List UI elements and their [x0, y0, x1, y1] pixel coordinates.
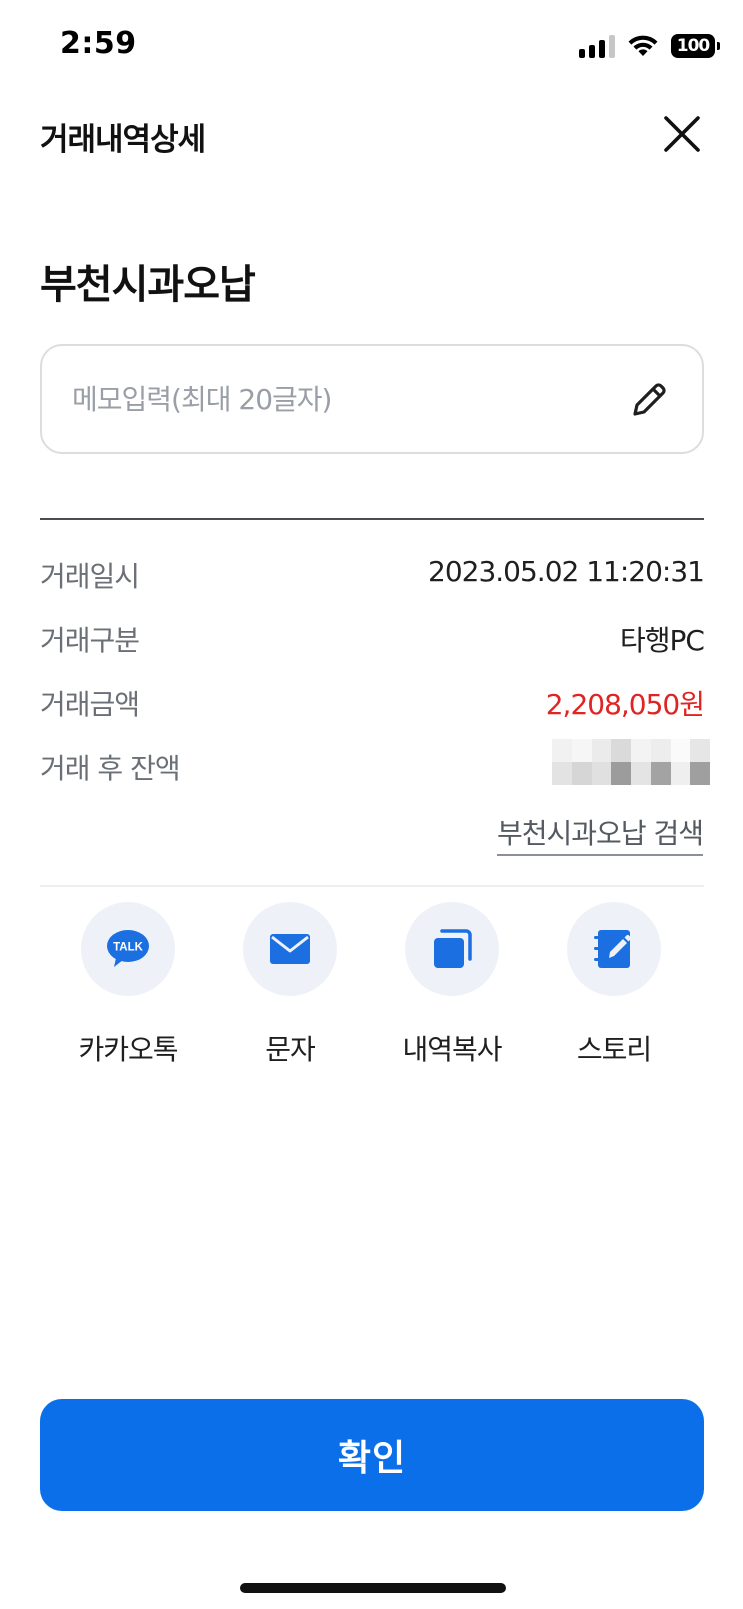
section-divider: [40, 518, 704, 520]
close-button[interactable]: [660, 112, 704, 156]
page-title: 거래내역상세: [40, 122, 206, 158]
wifi-icon: [628, 35, 658, 56]
detail-label: 거래 후 잔액: [40, 752, 181, 785]
share-kakaotalk-button[interactable]: TALK 카카오톡: [48, 902, 208, 1066]
memo-input[interactable]: [72, 376, 612, 422]
detail-value: 타행PC: [620, 624, 705, 657]
merchant-search-link[interactable]: 부천시과오납 검색: [497, 812, 704, 856]
balance-masked-value: [552, 739, 710, 785]
share-label: 스토리: [576, 1033, 652, 1066]
status-time: 2:59: [60, 26, 137, 61]
share-label: 카카오톡: [78, 1033, 178, 1066]
close-icon: [664, 116, 700, 152]
confirm-button[interactable]: 확인: [40, 1399, 704, 1511]
share-label: 문자: [265, 1033, 316, 1066]
detail-row-balance: 거래 후 잔액: [40, 739, 710, 791]
message-icon: [270, 934, 310, 964]
pencil-icon: [633, 383, 666, 416]
detail-row-type: 거래구분 타행PC: [40, 619, 705, 663]
talk-badge-text: TALK: [113, 942, 144, 954]
share-label: 내역복사: [402, 1033, 502, 1066]
battery-level: 100: [676, 36, 710, 56]
status-bar: 2:59 100: [0, 0, 743, 92]
merchant-title: 부천시과오납: [40, 262, 256, 308]
copy-icon: [434, 929, 472, 968]
share-icon-circle[interactable]: [405, 902, 499, 996]
detail-row-amount: 거래금액 2,208,050원: [40, 683, 705, 727]
share-copy-button[interactable]: 내역복사: [372, 902, 532, 1066]
detail-label: 거래구분: [40, 624, 140, 657]
share-icon-circle[interactable]: [243, 902, 337, 996]
kakaotalk-icon: TALK: [107, 930, 149, 967]
memo-edit-button[interactable]: [627, 378, 671, 422]
detail-label: 거래금액: [40, 688, 140, 721]
battery-icon: 100: [671, 34, 720, 58]
home-indicator[interactable]: [240, 1583, 506, 1593]
share-message-button[interactable]: 문자: [210, 902, 370, 1066]
memo-field[interactable]: [40, 344, 704, 454]
amount-value: 2,208,050원: [545, 688, 705, 721]
detail-value: 2023.05.02 11:20:31: [428, 555, 705, 588]
share-story-button[interactable]: 스토리: [534, 902, 694, 1066]
signal-icon: [579, 34, 615, 58]
status-icons: 100: [579, 32, 720, 60]
header: 거래내역상세: [0, 100, 743, 170]
share-icon-circle[interactable]: TALK: [81, 902, 175, 996]
detail-row-datetime: 거래일시 2023.05.02 11:20:31: [40, 555, 705, 599]
story-icon: [594, 930, 632, 968]
detail-label: 거래일시: [40, 560, 140, 593]
share-icon-circle[interactable]: [567, 902, 661, 996]
share-divider: [40, 885, 704, 887]
